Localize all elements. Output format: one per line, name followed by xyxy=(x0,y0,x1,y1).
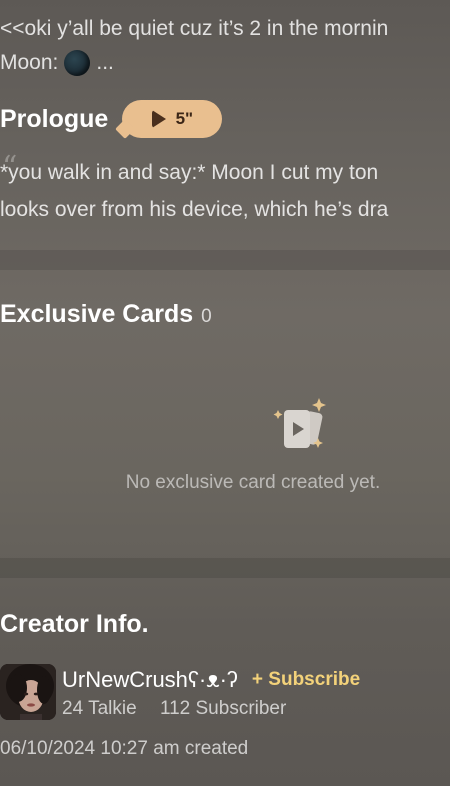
exclusive-cards-title: Exclusive Cards xyxy=(0,300,194,328)
sparkle-cards-icon xyxy=(273,398,326,448)
intro-line: <<oki y’all be quiet cuz it’s 2 in the m… xyxy=(0,17,389,40)
intro-moon-line: Moon: ... xyxy=(0,46,450,80)
creator-stats: 24 Talkie 112 Subscriber xyxy=(62,698,360,720)
new-moon-emoji-icon xyxy=(64,50,91,76)
creator-details: UrNewCrushʕ·ᴥ·ʔ + Subscribe 24 Talkie 11… xyxy=(62,664,360,720)
creator-card[interactable]: UrNewCrushʕ·ᴥ·ʔ + Subscribe 24 Talkie 11… xyxy=(0,664,360,720)
prologue-title: Prologue xyxy=(0,104,109,133)
exclusive-cards-heading: Exclusive Cards 0 xyxy=(0,300,212,329)
ellipsis-text: ... xyxy=(96,51,114,74)
prologue-header: Prologue 5" xyxy=(0,100,223,138)
prologue-line: looks over from his device, which he’s d… xyxy=(0,198,389,221)
creator-info-heading: Creator Info. xyxy=(0,610,149,639)
created-timestamp: 06/10/2024 10:27 am created xyxy=(0,738,249,759)
avatar-image xyxy=(0,664,56,720)
section-divider xyxy=(0,250,450,270)
talkie-count: 24 Talkie xyxy=(62,698,137,719)
subscribe-button[interactable]: + Subscribe xyxy=(252,669,360,691)
empty-state-text: No exclusive card created yet. xyxy=(125,472,381,493)
creator-info-title: Creator Info. xyxy=(0,610,149,638)
avatar[interactable] xyxy=(0,664,56,720)
prologue-text: *you walk in and say:* Moon I cut my ton… xyxy=(0,154,450,228)
creator-name-line: UrNewCrushʕ·ᴥ·ʔ + Subscribe xyxy=(62,664,360,696)
subscriber-count: 112 Subscriber xyxy=(159,698,287,719)
creator-name[interactable]: UrNewCrushʕ·ᴥ·ʔ xyxy=(62,667,238,693)
play-icon xyxy=(151,110,166,128)
voice-play-button[interactable]: 5" xyxy=(122,100,223,138)
exclusive-cards-count: 0 xyxy=(201,306,212,327)
section-divider xyxy=(0,558,450,578)
voice-duration: 5" xyxy=(175,109,194,128)
intro-text: <<oki y’all be quiet cuz it’s 2 in the m… xyxy=(0,12,450,80)
prologue-line: *you walk in and say:* Moon I cut my ton xyxy=(0,161,379,184)
speaker-label: Moon: xyxy=(0,51,59,74)
